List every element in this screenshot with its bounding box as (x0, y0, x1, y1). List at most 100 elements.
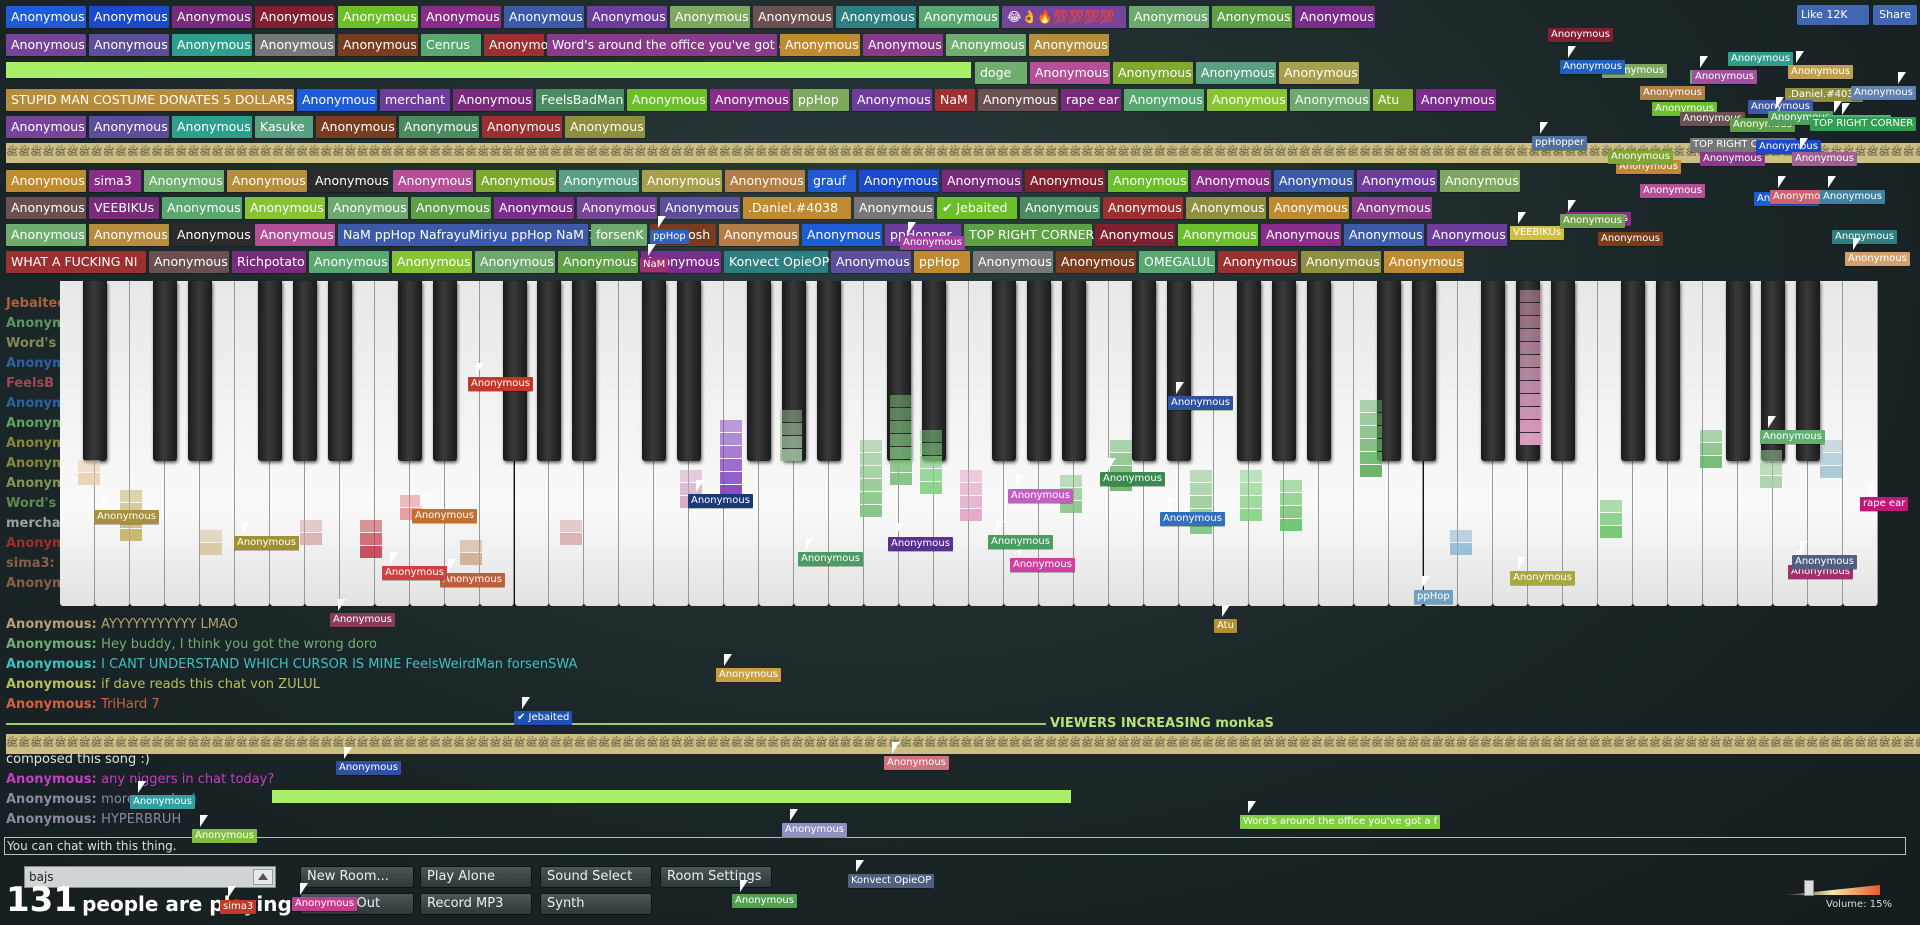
user-tag: Anonymous (1269, 197, 1349, 219)
black-key[interactable] (152, 281, 177, 461)
mouse-cursor-icon (1518, 557, 1526, 569)
note-block (780, 436, 802, 448)
black-key[interactable] (747, 281, 772, 461)
user-tag-pphop: ppHop (793, 89, 849, 111)
chat-input[interactable] (4, 837, 1906, 855)
mouse-cursor-icon (1422, 576, 1430, 588)
page-root: Like 12K Share Anonymous Anonymous Anonymo… (0, 0, 1920, 925)
cursor-name-tag: ppHopper (1532, 136, 1588, 150)
user-tag: Anonymous (149, 251, 229, 273)
black-key[interactable] (1131, 281, 1156, 461)
note-block (1760, 463, 1782, 475)
black-key[interactable] (397, 281, 422, 461)
black-key[interactable] (1306, 281, 1331, 461)
black-key[interactable] (1166, 281, 1191, 461)
black-key[interactable] (1026, 281, 1051, 461)
note-block (890, 421, 912, 433)
user-tag-richpotato: Richpotato (232, 251, 306, 273)
mouse-cursor-icon (1540, 122, 1548, 134)
black-key[interactable] (642, 281, 667, 461)
note-block (360, 533, 382, 545)
user-tag: Anonymous (89, 6, 169, 28)
user-tag: Anonymous (144, 170, 224, 192)
black-key[interactable] (1656, 281, 1681, 461)
black-key[interactable] (991, 281, 1016, 461)
mouse-cursor-icon (1828, 176, 1836, 188)
black-key[interactable] (677, 281, 702, 461)
user-tag-feelsbadman: FeelsBadMan (536, 89, 624, 111)
black-key[interactable] (82, 281, 107, 461)
chat-message-text: AYYYYYYYYYYY LMAO (101, 617, 238, 632)
user-tag: Anonymous (172, 116, 252, 138)
piano-keyboard[interactable] (60, 281, 1878, 606)
user-tag: Anonymous (577, 197, 657, 219)
user-tag: Anonymous (1608, 150, 1673, 164)
facebook-share-button[interactable]: Share (1873, 5, 1917, 25)
note-block (1760, 476, 1782, 488)
cursor-name-tag: Anonymous (292, 897, 357, 911)
black-key[interactable] (1061, 281, 1086, 461)
mouse-cursor-icon (242, 522, 250, 534)
sound-select-button[interactable]: Sound Select (540, 866, 652, 888)
black-key[interactable] (817, 281, 842, 461)
user-tag: Anonymous (1832, 230, 1897, 244)
cursor-name-tag: ppHop (1414, 590, 1453, 604)
mouse-cursor-icon (338, 599, 346, 611)
synth-button[interactable]: Synth (540, 893, 652, 915)
volume-slider[interactable] (1785, 885, 1880, 895)
user-tag: Anonymous (255, 6, 335, 28)
cursor-name-tag: Anonymous (1792, 152, 1857, 166)
black-key[interactable] (1236, 281, 1261, 461)
note-block (1600, 500, 1622, 512)
room-settings-button[interactable]: Room Settings (660, 866, 772, 888)
chat-username: Anonymous: (6, 637, 102, 652)
chat-username: Anonymous: (6, 677, 102, 692)
play-alone-button[interactable]: Play Alone (420, 866, 532, 888)
green-banner-bar (272, 790, 1071, 803)
user-tag: Anonymous (710, 89, 790, 111)
user-tag: Anonymous (6, 224, 86, 246)
user-tag: Anonymous (399, 116, 479, 138)
user-tag: Anonymous (245, 197, 325, 219)
black-key[interactable] (537, 281, 562, 461)
black-key[interactable] (292, 281, 317, 461)
user-tag: Anonymous (392, 251, 472, 273)
volume-knob[interactable] (1804, 880, 1814, 896)
user-tag: Anonymous (627, 89, 707, 111)
note-block (1700, 430, 1722, 442)
note-block (720, 433, 742, 445)
black-key[interactable] (1411, 281, 1436, 461)
mouse-cursor-icon (476, 363, 484, 375)
black-key[interactable] (1481, 281, 1506, 461)
note-block (400, 495, 422, 507)
black-key[interactable] (1621, 281, 1646, 461)
user-tag-doge: doge (975, 62, 1027, 84)
facebook-like-button[interactable]: Like 12K (1797, 5, 1869, 25)
record-mp3-button[interactable]: Record MP3 (420, 893, 532, 915)
user-tag: Anonymous (89, 224, 169, 246)
note-block (860, 440, 882, 452)
note-block (1060, 475, 1082, 487)
user-tag: Anonymous (942, 170, 1022, 192)
note-block (920, 443, 942, 455)
note-block (560, 533, 582, 545)
black-key[interactable] (1726, 281, 1751, 461)
black-key[interactable] (572, 281, 597, 461)
black-key[interactable] (432, 281, 457, 461)
mouse-cursor-icon (1800, 138, 1808, 150)
note-block (1240, 496, 1262, 508)
user-tag: Anonymous (1700, 152, 1765, 166)
mouse-cursor-icon (138, 781, 146, 793)
black-key[interactable] (257, 281, 282, 461)
user-tag: Anonymous (1218, 251, 1298, 273)
user-tag: Anonymous (453, 89, 533, 111)
user-tag: Anonymous (494, 197, 574, 219)
note-block (960, 483, 982, 495)
black-key[interactable] (502, 281, 527, 461)
black-key[interactable] (187, 281, 212, 461)
user-tag: Anonymous (1020, 197, 1100, 219)
black-key[interactable] (327, 281, 352, 461)
new-room-button[interactable]: New Room... (300, 866, 414, 888)
black-key[interactable] (1271, 281, 1296, 461)
black-key[interactable] (1551, 281, 1576, 461)
